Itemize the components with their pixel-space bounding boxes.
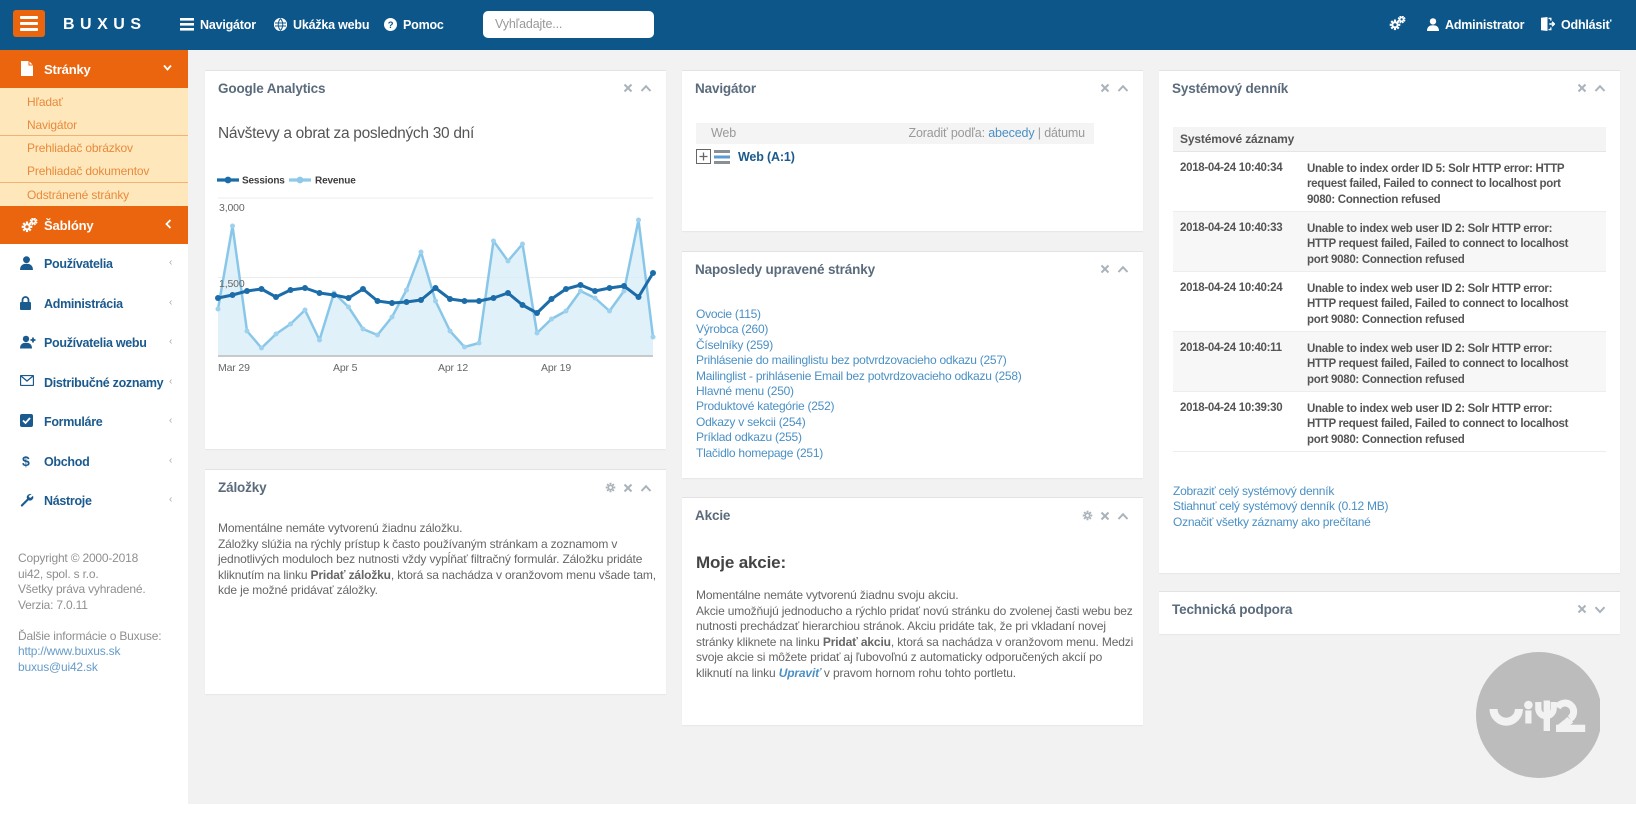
svg-text:Apr 19: Apr 19 [541, 362, 571, 374]
svg-text:Apr 5: Apr 5 [333, 362, 358, 374]
svg-text:Revenue: Revenue [315, 176, 356, 187]
svg-text:3,000: 3,000 [219, 202, 245, 214]
svg-text:Sessions: Sessions [242, 176, 285, 187]
svg-text:?: ? [388, 20, 394, 31]
svg-text:Apr 12: Apr 12 [438, 362, 468, 374]
svg-text:1,500: 1,500 [219, 278, 245, 290]
svg-text:Mar 29: Mar 29 [218, 362, 250, 374]
